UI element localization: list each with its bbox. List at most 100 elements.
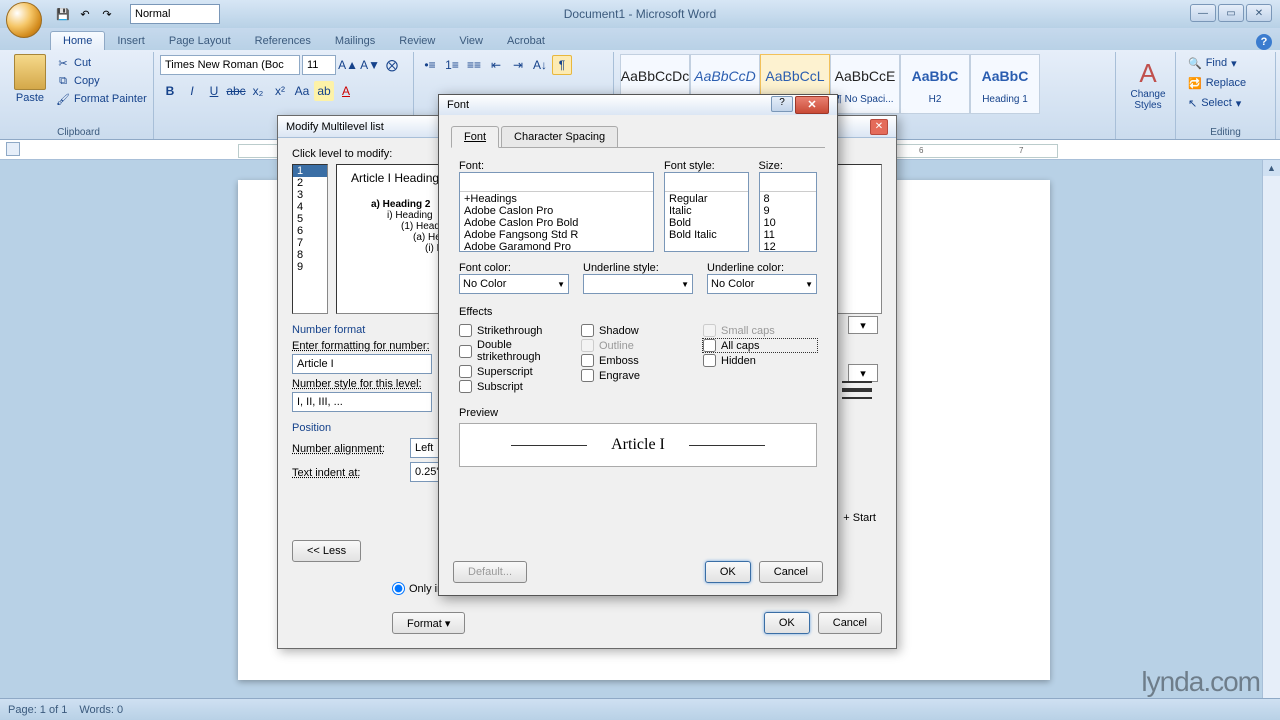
format-button[interactable]: Format ▾ <box>392 612 465 634</box>
number-format-input[interactable] <box>292 354 432 374</box>
change-case-button[interactable]: Aa <box>292 81 312 101</box>
save-icon[interactable]: 💾 <box>54 5 72 23</box>
close-icon[interactable]: ✕ <box>870 119 888 135</box>
only-in-radio[interactable] <box>392 582 405 595</box>
tab-acrobat[interactable]: Acrobat <box>495 32 557 50</box>
size-label: Size: <box>759 160 818 172</box>
cut-button[interactable]: ✂Cut <box>56 54 147 72</box>
undo-icon[interactable]: ↶ <box>76 5 94 23</box>
tab-character-spacing[interactable]: Character Spacing <box>501 126 618 148</box>
scroll-up-icon[interactable]: ▲ <box>1263 160 1280 176</box>
strikethrough-checkbox[interactable] <box>459 324 472 337</box>
bold-button[interactable]: B <box>160 81 180 101</box>
minimize-button[interactable]: — <box>1190 4 1216 22</box>
dropdown-icon[interactable]: ▾ <box>848 316 878 334</box>
decrease-indent-button[interactable]: ⇤ <box>486 55 506 75</box>
shrink-font-icon[interactable]: A▼ <box>360 55 380 75</box>
font-style-list[interactable]: Regular Italic Bold Bold Italic <box>664 172 749 252</box>
sort-button[interactable]: A↓ <box>530 55 550 75</box>
tab-mailings[interactable]: Mailings <box>323 32 387 50</box>
change-styles-button[interactable]: A Change Styles <box>1122 54 1174 111</box>
font-color-combo[interactable]: No Color▼ <box>459 274 569 294</box>
hidden-checkbox[interactable] <box>703 354 716 367</box>
underline-style-label: Underline style: <box>583 262 693 274</box>
tab-selector[interactable] <box>6 142 20 156</box>
format-painter-button[interactable]: 🖌Format Painter <box>56 90 147 108</box>
double-strikethrough-checkbox[interactable] <box>459 345 472 358</box>
preview-header: Preview <box>459 407 817 419</box>
clear-formatting-icon[interactable]: ⨂ <box>382 55 402 75</box>
help-icon[interactable]: ? <box>1256 34 1272 50</box>
find-button[interactable]: 🔍Find ▾ <box>1188 54 1269 72</box>
tab-references[interactable]: References <box>243 32 323 50</box>
subscript-checkbox[interactable] <box>459 380 472 393</box>
emboss-checkbox[interactable] <box>581 354 594 367</box>
vertical-scrollbar[interactable]: ▲ <box>1262 160 1280 698</box>
size-list[interactable]: 8 9 10 11 12 <box>759 172 818 252</box>
ok-button[interactable]: OK <box>705 561 751 583</box>
tab-insert[interactable]: Insert <box>105 32 157 50</box>
tab-home[interactable]: Home <box>50 31 105 50</box>
paste-button[interactable]: Paste <box>10 54 50 108</box>
status-bar: Page: 1 of 1 Words: 0 <box>0 698 1280 720</box>
bullets-button[interactable]: •≡ <box>420 55 440 75</box>
replace-button[interactable]: 🔁Replace <box>1188 74 1269 92</box>
help-icon[interactable]: ? <box>771 96 793 112</box>
watermark: lynda.com <box>1141 666 1260 698</box>
tab-page-layout[interactable]: Page Layout <box>157 32 243 50</box>
quick-access-toolbar: 💾 ↶ ↷ <box>54 4 220 24</box>
text-indent-label: Text indent at: <box>292 467 402 479</box>
cancel-button[interactable]: Cancel <box>759 561 823 583</box>
font-color-button[interactable]: A <box>336 81 356 101</box>
style-item[interactable]: AaBbCcE¶ No Spaci... <box>830 54 900 114</box>
ribbon-tabs: Home Insert Page Layout References Maili… <box>0 28 1280 50</box>
grow-font-icon[interactable]: A▲ <box>338 55 358 75</box>
copy-button[interactable]: ⧉Copy <box>56 72 147 90</box>
style-item[interactable]: AaBbCH2 <box>900 54 970 114</box>
maximize-button[interactable]: ▭ <box>1218 4 1244 22</box>
font-list[interactable]: +Headings Adobe Caslon Pro Adobe Caslon … <box>459 172 654 252</box>
underline-color-combo[interactable]: No Color▼ <box>707 274 817 294</box>
tab-view[interactable]: View <box>447 32 495 50</box>
number-style-combo[interactable] <box>292 392 432 412</box>
tab-review[interactable]: Review <box>387 32 447 50</box>
start-button[interactable]: + Start <box>843 512 876 524</box>
numbering-button[interactable]: 1≡ <box>442 55 462 75</box>
ok-button[interactable]: OK <box>764 612 810 634</box>
highlight-button[interactable]: ab <box>314 81 334 101</box>
italic-button[interactable]: I <box>182 81 202 101</box>
underline-color-label: Underline color: <box>707 262 817 274</box>
all-caps-checkbox[interactable] <box>703 339 716 352</box>
level-list[interactable]: 1 2 3 4 5 6 7 8 9 <box>292 164 328 314</box>
close-button[interactable]: ✕ <box>1246 4 1272 22</box>
office-button[interactable] <box>6 2 42 38</box>
underline-style-combo[interactable]: ▼ <box>583 274 693 294</box>
dialog-title: Modify Multilevel list <box>286 121 384 133</box>
less-button[interactable]: << Less <box>292 540 361 562</box>
small-caps-checkbox <box>703 324 716 337</box>
select-button[interactable]: ↖Select ▾ <box>1188 94 1269 112</box>
engrave-checkbox[interactable] <box>581 369 594 382</box>
underline-button[interactable]: U <box>204 81 224 101</box>
tab-font[interactable]: Font <box>451 126 499 148</box>
font-size-combo[interactable] <box>302 55 336 75</box>
superscript-button[interactable]: x² <box>270 81 290 101</box>
qat-style-combo[interactable] <box>130 4 220 24</box>
outline-checkbox <box>581 339 594 352</box>
multilevel-list-button[interactable]: ≡≡ <box>464 55 484 75</box>
copy-icon: ⧉ <box>56 74 70 88</box>
increase-indent-button[interactable]: ⇥ <box>508 55 528 75</box>
page-indicator[interactable]: Page: 1 of 1 <box>8 704 67 716</box>
subscript-button[interactable]: x₂ <box>248 81 268 101</box>
close-icon[interactable]: ✕ <box>795 96 829 114</box>
font-name-combo[interactable] <box>160 55 300 75</box>
font-color-label: Font color: <box>459 262 569 274</box>
style-item[interactable]: AaBbCHeading 1 <box>970 54 1040 114</box>
superscript-checkbox[interactable] <box>459 365 472 378</box>
shadow-checkbox[interactable] <box>581 324 594 337</box>
redo-icon[interactable]: ↷ <box>98 5 116 23</box>
show-hide-button[interactable]: ¶ <box>552 55 572 75</box>
strikethrough-button[interactable]: abc <box>226 81 246 101</box>
word-count[interactable]: Words: 0 <box>79 704 123 716</box>
cancel-button[interactable]: Cancel <box>818 612 882 634</box>
